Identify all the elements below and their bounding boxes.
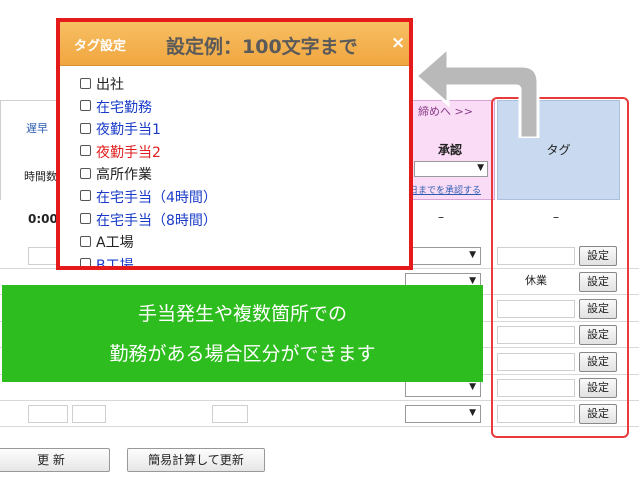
tag-option-label: 在宅手当（8時間）	[96, 212, 217, 229]
tag-option[interactable]: 夜勤手当1	[80, 119, 217, 142]
checkbox[interactable]	[80, 122, 91, 134]
tag-option[interactable]: 在宅勤務	[80, 97, 217, 120]
curved-arrow-icon	[413, 44, 540, 138]
approve-dash: –	[438, 210, 444, 224]
dialog-header: タグ設定 設定例：100文字まで ×	[60, 22, 409, 66]
tag-option-label: 在宅手当（4時間）	[96, 189, 217, 206]
dialog-example-text: 設定例：100文字まで	[166, 36, 358, 58]
tag-option[interactable]: 夜勤手当2	[80, 142, 217, 165]
tag-option[interactable]: A工場	[80, 232, 217, 255]
header-cell-late	[0, 100, 60, 200]
approve-select[interactable]: ▼	[414, 161, 488, 177]
row-approve-select[interactable]: ▼	[405, 405, 481, 423]
checkbox[interactable]	[80, 100, 91, 112]
time-value: 0:00	[28, 212, 58, 226]
tag-option-label: B工場	[96, 257, 134, 270]
tag-settings-dialog: タグ設定 設定例：100文字まで × 出社 在宅勤務 夜勤手当1 夜勤手当2 高…	[56, 18, 413, 270]
checkbox[interactable]	[80, 167, 91, 179]
checkbox[interactable]	[80, 190, 91, 202]
tag-checkbox-list: 出社 在宅勤務 夜勤手当1 夜勤手当2 高所作業 在宅手当（4時間） 在宅手当（…	[80, 74, 217, 270]
chevron-down-icon: ▼	[469, 382, 476, 392]
tag-option-label: 夜勤手当2	[96, 144, 161, 161]
tag-option[interactable]: 出社	[80, 74, 217, 97]
chevron-down-icon: ▼	[469, 408, 476, 418]
dialog-title: タグ設定	[74, 39, 127, 54]
checkbox[interactable]	[80, 145, 91, 157]
simple-calc-update-button[interactable]: 簡易計算して更新	[127, 448, 265, 472]
approve-title: 承認	[437, 143, 462, 157]
tag-option-label: 高所作業	[96, 167, 152, 184]
tag-option-label: 出社	[96, 77, 124, 93]
checkbox[interactable]	[80, 213, 91, 225]
banner-line-1: 手当発生や複数箇所での	[137, 303, 347, 325]
checkbox[interactable]	[80, 77, 91, 89]
checkbox[interactable]	[80, 258, 91, 266]
row-approve-select[interactable]: ▼	[405, 247, 481, 265]
tag-option[interactable]: 高所作業	[80, 164, 217, 187]
update-button[interactable]: 更 新	[0, 448, 110, 472]
tag-option-label: A工場	[96, 235, 134, 252]
approve-until-link[interactable]: 日までを承認する	[409, 183, 481, 196]
checkbox[interactable]	[80, 235, 91, 247]
tag-option[interactable]: 在宅手当（4時間）	[80, 187, 217, 210]
close-icon[interactable]: ×	[391, 33, 405, 53]
tag-column-highlight	[491, 97, 629, 438]
tag-option-label: 夜勤手当1	[96, 122, 161, 139]
row-input[interactable]	[212, 405, 248, 423]
banner-line-2: 勤務がある場合区分ができます	[109, 343, 376, 365]
header-hours-label: 時間数	[24, 170, 57, 183]
chevron-down-icon: ▼	[469, 250, 476, 260]
feature-banner: 手当発生や複数箇所での 勤務がある場合区分ができます	[2, 285, 483, 382]
tag-option-label: 在宅勤務	[96, 99, 152, 116]
tag-option[interactable]: 在宅手当（8時間）	[80, 210, 217, 233]
header-late-label[interactable]: 遅早	[26, 120, 48, 136]
row-input[interactable]	[28, 405, 68, 423]
chevron-down-icon: ▼	[477, 163, 484, 173]
tag-option[interactable]: B工場	[80, 255, 217, 270]
row-input[interactable]	[72, 405, 106, 423]
